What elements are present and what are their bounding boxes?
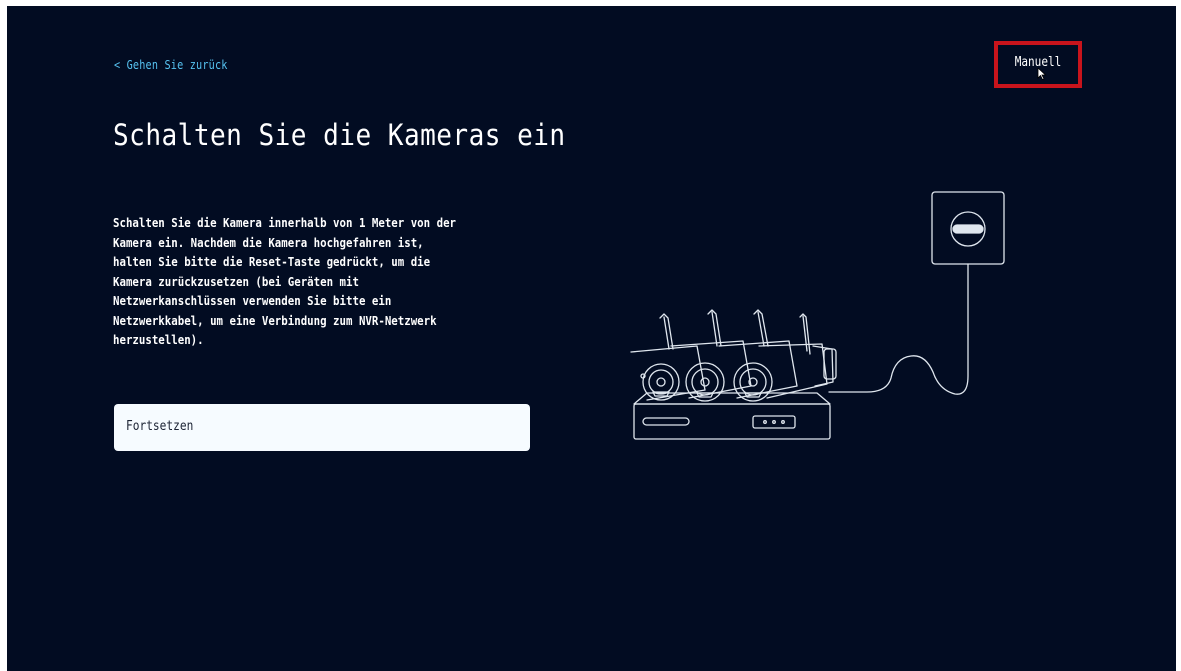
page-title: Schalten Sie die Kameras ein (113, 118, 566, 152)
mouse-pointer-icon (1037, 68, 1047, 80)
back-link[interactable]: < Gehen Sie zurück (114, 58, 228, 72)
power-cable (828, 263, 969, 395)
camera-icon (630, 313, 706, 401)
manual-highlight-box: Manuell (994, 41, 1082, 88)
instructions-text: Schalten Sie die Kamera innerhalb von 1 … (113, 215, 457, 347)
continue-button[interactable]: Fortsetzen (114, 404, 530, 451)
power-outlet-icon (931, 191, 1005, 265)
camera-icon (670, 309, 752, 402)
camera-icon (718, 309, 798, 402)
continue-button-label: Fortsetzen (126, 419, 194, 434)
setup-screen: < Gehen Sie zurück Manuell Schalten Sie … (7, 6, 1176, 671)
cameras-nvr-power-illustration (630, 191, 1005, 440)
